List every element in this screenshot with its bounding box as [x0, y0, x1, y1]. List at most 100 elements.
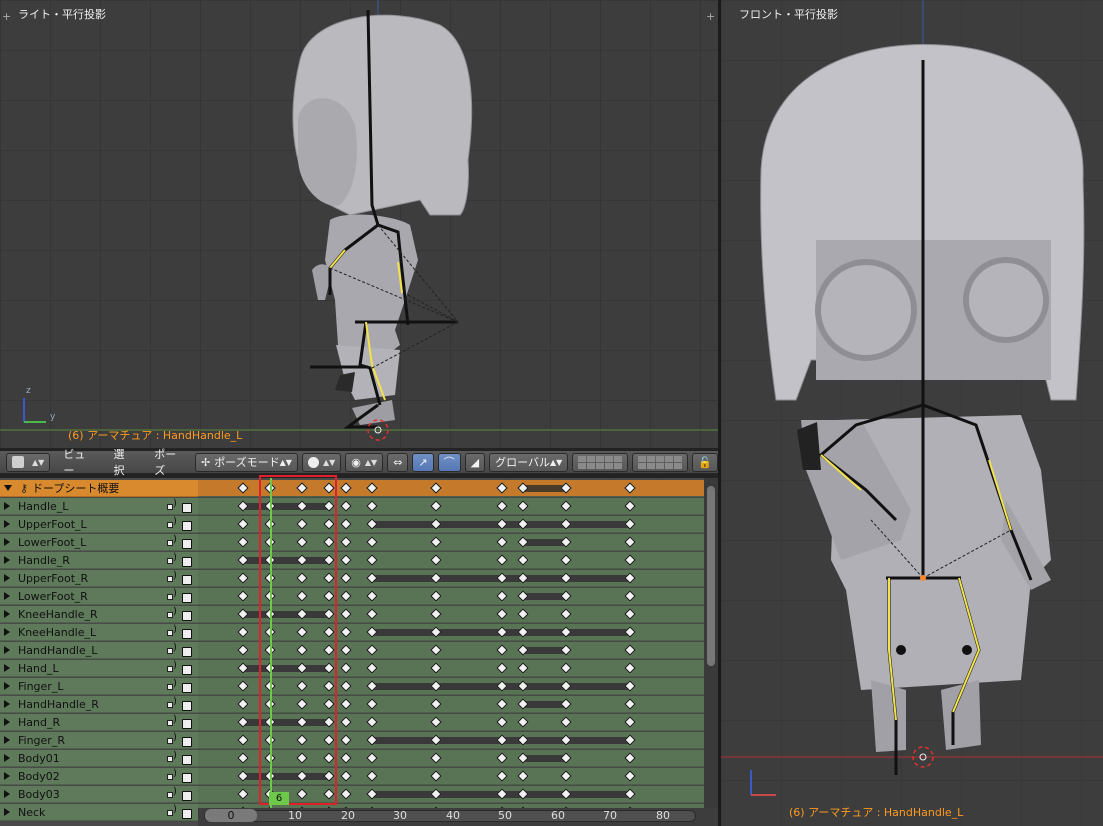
lock-icon[interactable] [182, 557, 192, 567]
keyframe-diamond[interactable] [624, 770, 636, 782]
lock-icon[interactable] [182, 629, 192, 639]
keyframe-diamond[interactable] [560, 662, 572, 674]
menu-select[interactable]: 選択 [104, 446, 141, 478]
keyframe-diamond[interactable] [340, 590, 352, 602]
keyframe-diamond[interactable] [237, 644, 249, 656]
mode-selector[interactable]: ✢ ポーズモード ▲▼ [194, 452, 298, 472]
lock-icon[interactable] [182, 647, 192, 657]
channel-row[interactable]: Finger_L [0, 678, 198, 695]
keyframe-diamond[interactable] [340, 716, 352, 728]
menu-view[interactable]: ビュー [54, 446, 100, 478]
mute-speaker-icon[interactable] [167, 678, 179, 691]
lock-icon[interactable] [182, 575, 192, 585]
keyframe-diamond[interactable] [430, 662, 442, 674]
scrollbar-thumb[interactable] [707, 486, 715, 666]
mute-speaker-icon[interactable] [167, 804, 179, 817]
orientation-selector[interactable]: グローバル ▲▼ [489, 452, 569, 472]
keyframe-diamond[interactable] [340, 536, 352, 548]
lock-icon[interactable] [182, 755, 192, 765]
mute-speaker-icon[interactable] [167, 714, 179, 727]
keyframe-diamond[interactable] [366, 662, 378, 674]
keyframe-diamond[interactable] [430, 500, 442, 512]
keyframe-diamond[interactable] [430, 482, 442, 494]
keyframe-diamond[interactable] [560, 716, 572, 728]
keyframe-diamond[interactable] [624, 500, 636, 512]
keyframe-diamond[interactable] [517, 770, 529, 782]
keyframe-diamond[interactable] [340, 680, 352, 692]
expand-triangle-icon[interactable] [4, 718, 10, 726]
keyframe-diamond[interactable] [517, 716, 529, 728]
keyframe-diamond[interactable] [340, 518, 352, 530]
channel-row[interactable]: Body01 [0, 750, 198, 767]
keyframe-diamond[interactable] [366, 752, 378, 764]
mute-speaker-icon[interactable] [167, 696, 179, 709]
viewport-shading-selector[interactable]: ▲▼ [301, 452, 342, 472]
editor-type-selector[interactable]: ▲▼ [6, 452, 51, 472]
expand-triangle-icon[interactable] [4, 682, 10, 690]
keyframe-diamond[interactable] [340, 770, 352, 782]
expand-triangle-icon[interactable] [4, 592, 10, 600]
rotate-manipulator[interactable]: ⌒ [437, 452, 461, 472]
keyframe-diamond[interactable] [496, 752, 508, 764]
keyframe-diamond[interactable] [237, 734, 249, 746]
keyframe-diamond[interactable] [366, 770, 378, 782]
lock-icon[interactable] [182, 593, 192, 603]
expand-triangle-icon[interactable] [4, 628, 10, 636]
keyframe-diamond[interactable] [496, 608, 508, 620]
keyframe-diamond[interactable] [340, 698, 352, 710]
expand-triangle-icon[interactable] [4, 520, 10, 528]
lock-icon[interactable] [182, 791, 192, 801]
keyframe-diamond[interactable] [517, 500, 529, 512]
keyframe-diamond[interactable] [340, 554, 352, 566]
keyframe-diamond[interactable] [237, 698, 249, 710]
keyframe-diamond[interactable] [340, 482, 352, 494]
keyframe-diamond[interactable] [496, 536, 508, 548]
lock-icon[interactable] [182, 665, 192, 675]
expand-triangle-icon[interactable] [4, 772, 10, 780]
keyframe-diamond[interactable] [560, 770, 572, 782]
channel-row[interactable]: UpperFoot_L [0, 516, 198, 533]
mute-speaker-icon[interactable] [167, 516, 179, 529]
expand-triangle-icon[interactable] [4, 574, 10, 582]
expand-triangle-icon[interactable] [4, 700, 10, 708]
keyframe-diamond[interactable] [430, 698, 442, 710]
lock-icon[interactable] [182, 773, 192, 783]
keyframe-diamond[interactable] [237, 518, 249, 530]
keyframe-diamond[interactable] [237, 680, 249, 692]
channel-row[interactable]: LowerFoot_L [0, 534, 198, 551]
keyframe-diamond[interactable] [430, 536, 442, 548]
keyframe-diamond[interactable] [366, 698, 378, 710]
keyframe-diamond[interactable] [624, 536, 636, 548]
expand-triangle-icon[interactable] [4, 485, 12, 491]
channel-row[interactable]: Hand_L [0, 660, 198, 677]
keyframe-diamond[interactable] [340, 734, 352, 746]
keyframe-diamond[interactable] [237, 788, 249, 800]
channel-row[interactable]: HandHandle_L [0, 642, 198, 659]
channel-row[interactable]: Body02 [0, 768, 198, 785]
keyframe-diamond[interactable] [340, 572, 352, 584]
mute-speaker-icon[interactable] [167, 534, 179, 547]
keyframe-diamond[interactable] [496, 590, 508, 602]
keyframe-diamond[interactable] [624, 482, 636, 494]
expand-triangle-icon[interactable] [4, 556, 10, 564]
lock-icon[interactable] [182, 503, 192, 513]
keyframe-diamond[interactable] [237, 572, 249, 584]
keyframe-diamond[interactable] [430, 644, 442, 656]
keyframe-diamond[interactable] [496, 662, 508, 674]
keyframe-diamond[interactable] [496, 482, 508, 494]
pivot-point-selector[interactable]: ◉ ▲▼ [345, 452, 384, 472]
keyframe-diamond[interactable] [517, 662, 529, 674]
keyframe-diamond[interactable] [237, 626, 249, 638]
channel-row[interactable]: Neck [0, 804, 198, 821]
scale-manipulator[interactable]: ◢ [464, 452, 486, 472]
channel-row[interactable]: Handle_R [0, 552, 198, 569]
channel-row[interactable]: UpperFoot_R [0, 570, 198, 587]
keyframe-diamond[interactable] [560, 500, 572, 512]
mute-speaker-icon[interactable] [167, 732, 179, 745]
keyframe-diamond[interactable] [624, 716, 636, 728]
translate-manipulator[interactable]: ↗ [412, 452, 434, 472]
lock-icon[interactable] [182, 611, 192, 621]
lock-icon[interactable] [182, 701, 192, 711]
keyframe-diamond[interactable] [340, 500, 352, 512]
keyframe-diamond[interactable] [366, 500, 378, 512]
